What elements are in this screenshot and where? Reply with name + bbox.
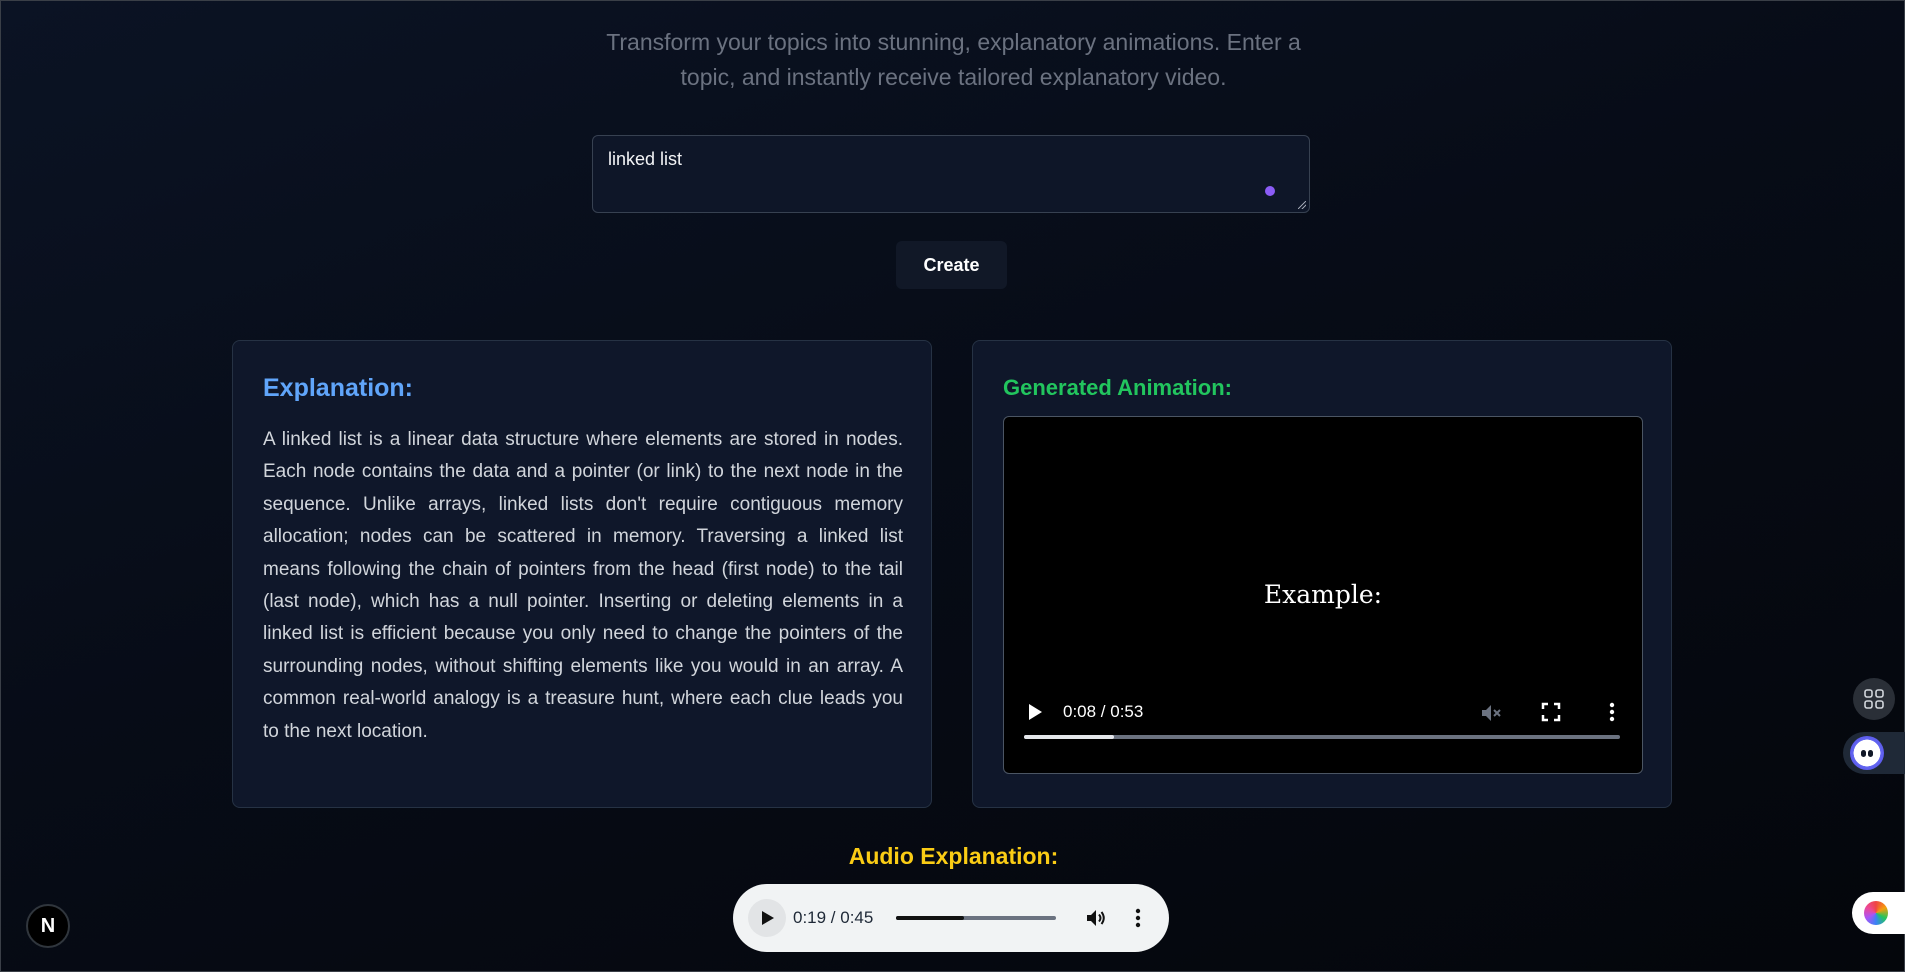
side-apps-button[interactable]: [1853, 678, 1895, 720]
nextjs-dev-badge[interactable]: N: [26, 904, 70, 948]
topic-input[interactable]: [593, 136, 1309, 212]
video-progress-fill: [1024, 735, 1114, 739]
more-vertical-icon[interactable]: [1601, 701, 1623, 723]
side-assistant-button[interactable]: [1843, 732, 1905, 774]
brain-icon: [1864, 901, 1888, 925]
create-button[interactable]: Create: [896, 241, 1007, 289]
assistant-bot-icon: [1850, 736, 1884, 770]
play-icon[interactable]: [1026, 703, 1044, 721]
animation-card: Generated Animation: Example: 0:08 / 0:5…: [972, 340, 1672, 808]
audio-play-button[interactable]: [748, 899, 786, 937]
tagline-line-2: topic, and instantly receive tailored ex…: [680, 64, 1227, 90]
audio-player: 0:19 / 0:45: [733, 884, 1169, 952]
hero-tagline: Transform your topics into stunning, exp…: [1, 25, 1905, 95]
video-player[interactable]: Example: 0:08 / 0:53: [1003, 416, 1643, 774]
video-progress-bar[interactable]: [1024, 735, 1620, 739]
animation-title: Generated Animation:: [1003, 375, 1232, 400]
play-icon: [762, 911, 774, 925]
volume-muted-icon[interactable]: [1479, 701, 1503, 725]
side-brain-button[interactable]: [1852, 892, 1905, 934]
video-time: 0:08 / 0:53: [1063, 702, 1144, 721]
bot-eye-right: [1868, 750, 1873, 757]
explanation-title: Explanation:: [263, 374, 414, 402]
input-indicator-dot: [1265, 186, 1275, 196]
video-frame-caption: Example:: [1263, 580, 1383, 609]
audio-time: 0:19 / 0:45: [793, 908, 874, 927]
explanation-card: Explanation: A linked list is a linear d…: [232, 340, 932, 808]
fullscreen-icon[interactable]: [1540, 701, 1562, 723]
apps-grid-icon: [1864, 689, 1884, 709]
audio-title: Audio Explanation:: [848, 843, 1059, 869]
explanation-text: A linked list is a linear data structure…: [263, 429, 903, 742]
video-controls: 0:08 / 0:53: [1004, 693, 1642, 773]
more-vertical-icon[interactable]: [1127, 907, 1149, 929]
topic-input-container: [592, 135, 1310, 213]
tagline-line-1: Transform your topics into stunning, exp…: [606, 29, 1301, 55]
volume-icon[interactable]: [1084, 906, 1108, 930]
resize-handle[interactable]: [1298, 201, 1306, 209]
audio-progress-bar[interactable]: [896, 916, 1056, 920]
audio-progress-fill: [896, 916, 964, 920]
bot-eye-left: [1861, 750, 1866, 757]
